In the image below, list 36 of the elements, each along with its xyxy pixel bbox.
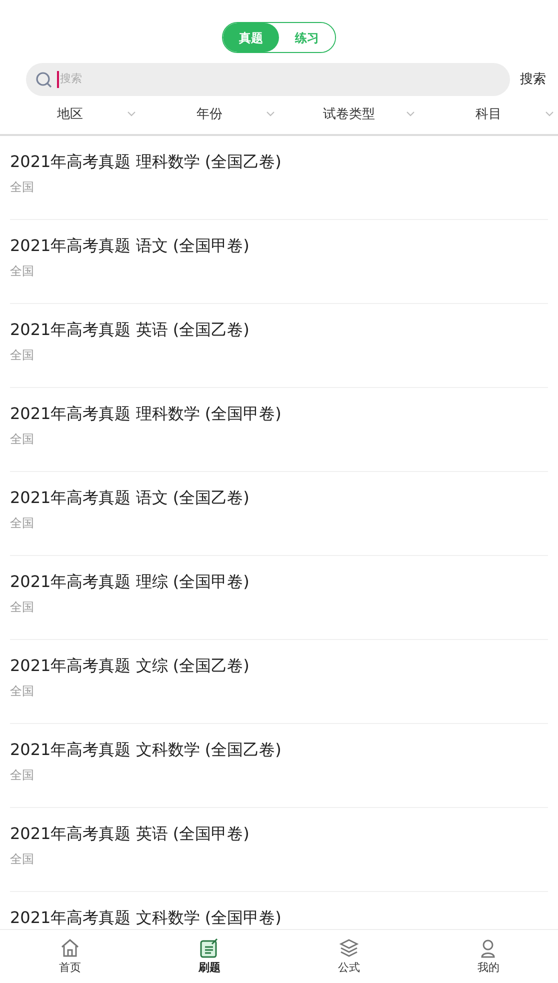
paper-title[interactable]: 2021年高考真题 文综 (全国乙卷)	[10, 655, 548, 677]
paper-region: 全国	[10, 599, 35, 616]
chevron-icon	[545, 111, 554, 117]
paper-title[interactable]: 2021年高考真题 理科数学 (全国乙卷)	[10, 151, 548, 173]
chevron-icon	[406, 111, 414, 117]
paper-region: 全国	[10, 515, 35, 532]
paper-title[interactable]: 2021年高考真题 理科数学 (全国甲卷)	[10, 403, 548, 425]
nav-tab[interactable]: 刷题	[140, 930, 279, 983]
filter-dropdown[interactable]: 科目	[418, 96, 558, 134]
paper-title[interactable]: 2021年高考真题 语文 (全国乙卷)	[10, 487, 548, 509]
filter-dropdown[interactable]: 试卷类型	[279, 96, 418, 134]
paper-region: 全国	[10, 179, 35, 196]
search-button[interactable]: 搜索	[520, 70, 546, 90]
filter-dropdown[interactable]: 地区	[0, 96, 140, 134]
paper-title[interactable]: 2021年高考真题 英语 (全国甲卷)	[10, 823, 548, 845]
nav-tab[interactable]: 我的	[418, 930, 558, 983]
filter-dropdown[interactable]: 年份	[140, 96, 279, 134]
search-input[interactable]: 搜索	[57, 71, 501, 88]
paper-region: 全国	[10, 431, 35, 448]
formula-icon	[338, 936, 360, 959]
chevron-icon	[126, 111, 136, 117]
nav-tab[interactable]: 首页	[0, 930, 140, 983]
paper-title[interactable]: 2021年高考真题 英语 (全国乙卷)	[10, 319, 548, 341]
paper-region: 全国	[10, 767, 35, 784]
chevron-icon	[266, 111, 275, 117]
paper-title[interactable]: 2021年高考真题 语文 (全国甲卷)	[10, 235, 548, 257]
nav-tab[interactable]: 公式	[279, 930, 418, 983]
paper-region: 全国	[10, 347, 35, 364]
paper-title[interactable]: 2021年高考真题 文科数学 (全国乙卷)	[10, 739, 548, 761]
paper-region: 全国	[10, 263, 35, 280]
paper-region: 全国	[10, 851, 35, 868]
paper-region: 全国	[10, 683, 35, 700]
paper-title[interactable]: 2021年高考真题 理综 (全国甲卷)	[10, 571, 548, 593]
home-icon	[58, 936, 81, 959]
search-icon	[35, 70, 53, 88]
search-bar[interactable]: 搜索	[26, 63, 510, 96]
